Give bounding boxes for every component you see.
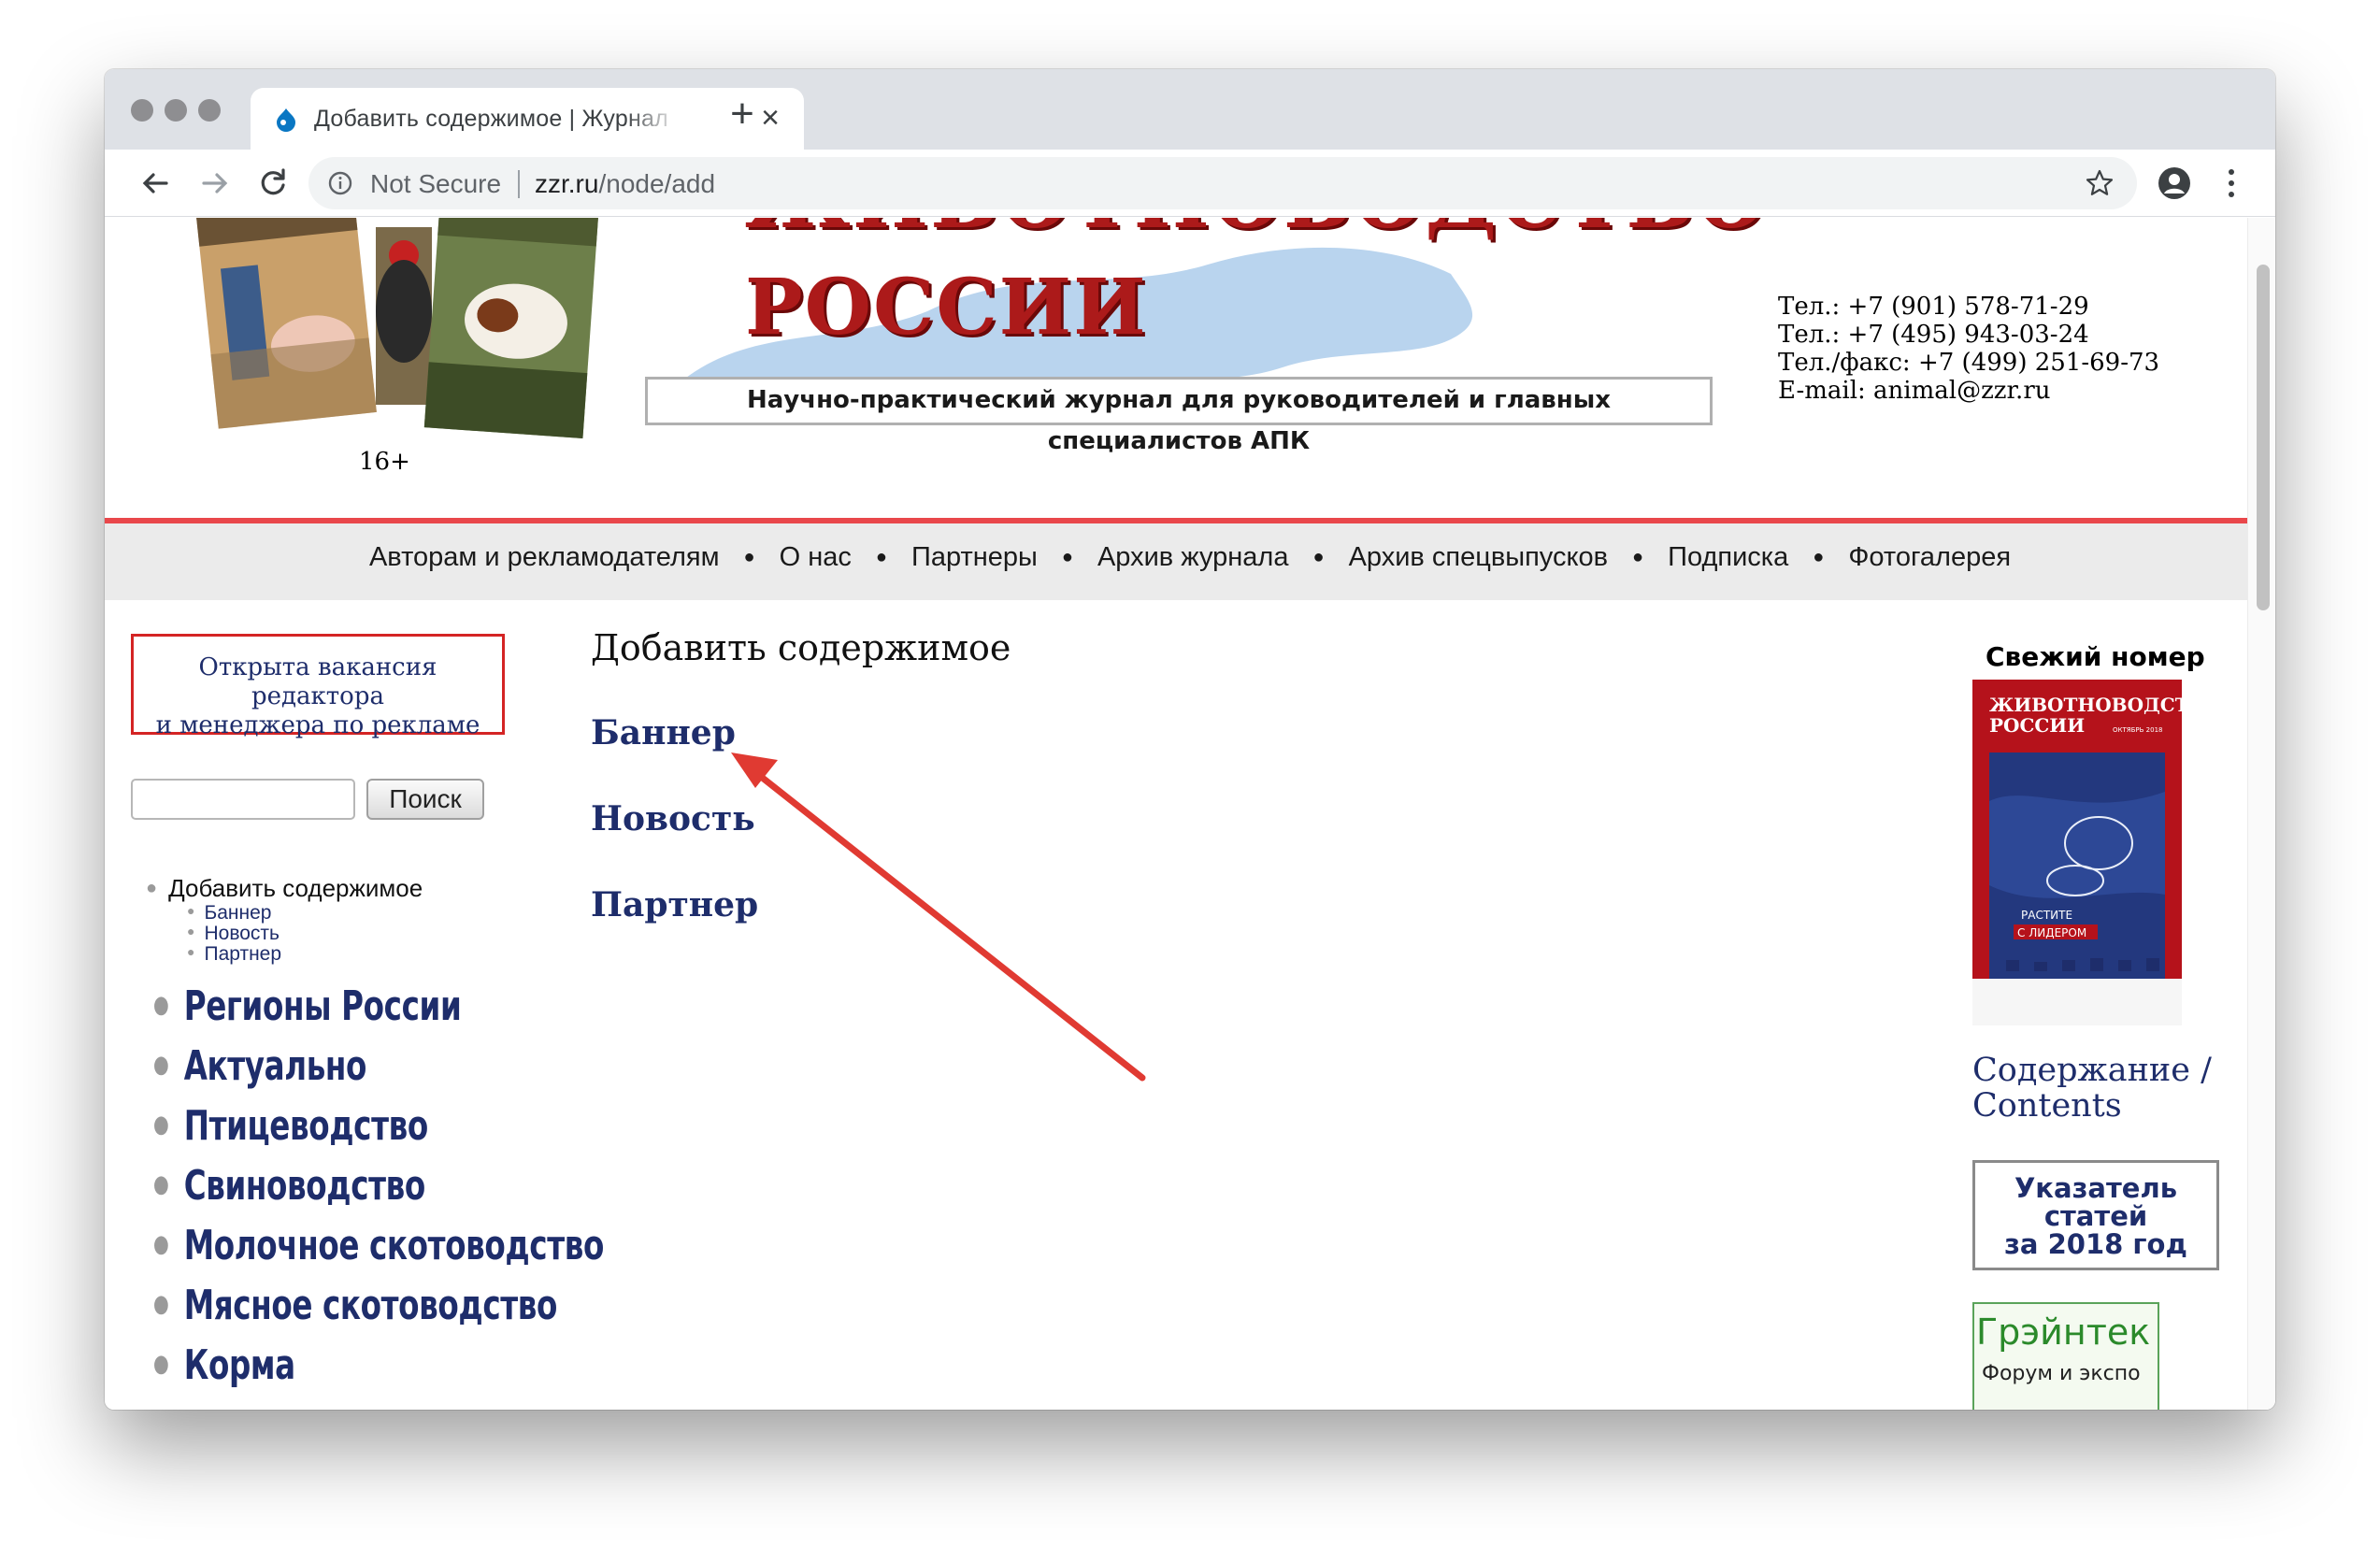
- browser-window: Добавить содержимое | Журнал × + Not Sec…: [105, 69, 2275, 1410]
- category-poultry[interactable]: ● Птицеводство: [153, 1102, 428, 1150]
- main-nav: Авторам и рекламодателям ● О нас ● Партнеры ●…: [105, 523, 2275, 600]
- magazine-covers-image: [195, 218, 599, 438]
- category-beef[interactable]: ● Мясное скотоводство: [153, 1282, 557, 1329]
- nav-item-gallery[interactable]: Фотогалерея: [1848, 542, 2011, 572]
- nav-item-partners[interactable]: Партнеры: [911, 542, 1038, 572]
- cover-month: ОКТЯБРЬ 2018: [2113, 726, 2162, 734]
- menu-sub-news[interactable]: ● Новость: [187, 923, 280, 945]
- cover-title-line2: РОССИИ: [1989, 714, 2085, 737]
- category-pigs[interactable]: ● Свиноводство: [153, 1162, 425, 1210]
- nav-item-about[interactable]: О нас: [780, 542, 852, 572]
- add-banner-link[interactable]: Баннер: [591, 713, 736, 752]
- tab-bar: Добавить содержимое | Журнал × +: [105, 69, 2275, 150]
- browser-toolbar: Not Secure zzr.ru/node/add: [105, 150, 2275, 217]
- scrollbar-thumb[interactable]: [2257, 265, 2270, 610]
- fresh-issue-heading: Свежий номер: [1986, 641, 2205, 672]
- tab-title: Добавить содержимое | Журнал: [314, 106, 668, 132]
- nav-item-subscription[interactable]: Подписка: [1668, 542, 1788, 572]
- graintech-subtitle: Форум и экспо: [1982, 1362, 2141, 1385]
- cover-slogan-2: С ЛИДЕРОМ: [2017, 926, 2086, 939]
- journal-subtitle: Научно-практический журнал для руководит…: [645, 377, 1713, 455]
- page-viewport: 16+ ЖИВОТНОВОДСТВО РОССИИ Научно-практич…: [105, 218, 2275, 1410]
- nav-item-archive[interactable]: Архив журнала: [1097, 542, 1289, 572]
- search-input[interactable]: [131, 779, 355, 820]
- articles-index-2018[interactable]: Указатель статей за 2018 год: [1972, 1160, 2219, 1270]
- forward-arrow-icon[interactable]: [193, 161, 237, 206]
- fresh-issue-cover-image[interactable]: ЖИВОТНОВОДСТВО РОССИИ ОКТЯБРЬ 2018 РАСТИ…: [1972, 680, 2182, 1025]
- category-feed[interactable]: ● Корма: [153, 1341, 295, 1389]
- menu-sub-banner[interactable]: ● Баннер: [187, 902, 271, 924]
- back-arrow-icon[interactable]: [133, 161, 178, 206]
- logo-title-line2: РОССИИ: [745, 263, 1148, 352]
- contact-phone-1: Тел.: +7 (901) 578-71-29: [1778, 293, 2089, 321]
- add-news-link[interactable]: Новость: [591, 799, 755, 838]
- category-actual[interactable]: ● Актуально: [153, 1042, 366, 1090]
- category-dairy[interactable]: ● Молочное скотоводство: [153, 1222, 604, 1269]
- page-scrollbar[interactable]: [2247, 218, 2275, 1410]
- close-window-button[interactable]: [131, 99, 153, 122]
- tab-active[interactable]: Добавить содержимое | Журнал ×: [251, 88, 804, 150]
- address-bar[interactable]: Not Secure zzr.ru/node/add: [308, 157, 2137, 209]
- menu-sub-partner[interactable]: ● Партнер: [187, 943, 281, 966]
- cover-slogan-1: РАСТИТЕ: [2021, 909, 2072, 922]
- graintech-banner[interactable]: Грэйнтек Форум и экспо: [1972, 1302, 2159, 1410]
- nav-item-authors[interactable]: Авторам и рекламодателям: [369, 542, 720, 572]
- page-title: Добавить содержимое: [591, 627, 1011, 668]
- contents-link[interactable]: Содержание / Contents: [1972, 1053, 2212, 1124]
- minimize-window-button[interactable]: [165, 99, 187, 122]
- vacancy-banner[interactable]: Открыта вакансия редактора и менеджера п…: [131, 634, 505, 739]
- browser-menu-icon[interactable]: [2225, 166, 2238, 200]
- age-rating: 16+: [359, 448, 410, 476]
- contact-fax: Тел./факс: +7 (499) 251-69-73: [1778, 349, 2160, 377]
- contact-email[interactable]: E-mail: animal@zzr.ru: [1778, 377, 2159, 405]
- cover-title-line1: ЖИВОТНОВОДСТВО: [1989, 694, 2182, 716]
- profile-avatar-icon[interactable]: [2158, 166, 2191, 200]
- maximize-window-button[interactable]: [198, 99, 221, 122]
- logo-title-line1: ЖИВОТНОВОДСТВО: [745, 218, 1768, 240]
- menu-add-content[interactable]: ● Добавить содержимое: [146, 874, 423, 903]
- info-icon[interactable]: [327, 170, 353, 196]
- category-regions[interactable]: ● Регионы России: [153, 982, 462, 1030]
- graintech-title: Грэйнтек: [1976, 1312, 2151, 1353]
- nav-item-special-archive[interactable]: Архив спецвыпусков: [1349, 542, 1608, 572]
- search-button[interactable]: Поиск: [366, 779, 484, 820]
- not-secure-label: Not Secure: [370, 169, 502, 198]
- add-partner-link[interactable]: Партнер: [591, 885, 758, 924]
- new-tab-button[interactable]: +: [724, 93, 761, 135]
- contact-phone-2: Тел.: +7 (495) 943-03-24: [1778, 321, 2089, 349]
- contacts-block: Тел.: +7 (901) 578-71-29 Тел.: +7 (495) …: [1778, 293, 2159, 405]
- reload-icon[interactable]: [251, 161, 295, 206]
- bookmark-star-icon[interactable]: [2085, 168, 2115, 198]
- drupal-favicon-icon: [277, 108, 295, 132]
- url-text[interactable]: zzr.ru/node/add: [535, 169, 715, 199]
